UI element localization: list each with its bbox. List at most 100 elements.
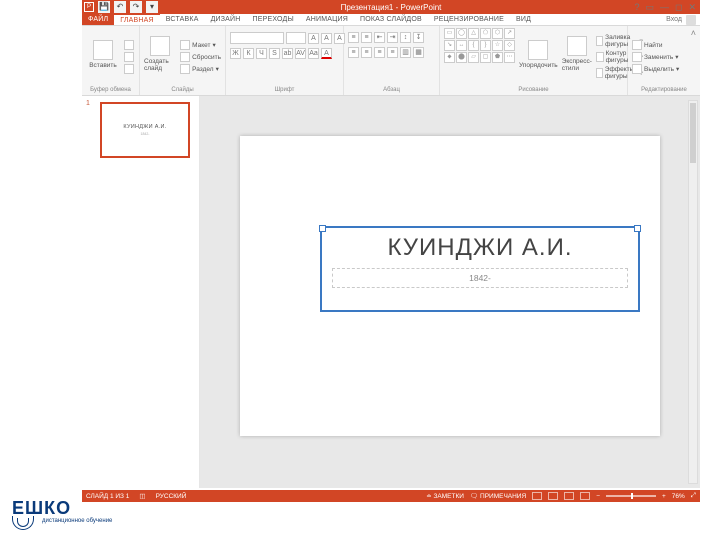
group-label: Слайды [144, 86, 221, 95]
vertical-scrollbar[interactable] [688, 100, 698, 484]
reading-view-button[interactable] [564, 492, 574, 500]
tab-design[interactable]: ДИЗАЙН [205, 14, 247, 25]
tab-view[interactable]: ВИД [510, 14, 537, 25]
new-slide-button[interactable]: Создать слайд [144, 28, 176, 80]
quick-access-toolbar: P 💾 ↶ ↷ ▾ [82, 0, 158, 14]
group-paragraph: ≡ ≡ ⇤ ⇥ ↕ ↧ ≡ ≡ ≡ ≡ ▥ ▦ Абзац [344, 26, 440, 95]
comments-button[interactable]: 🗨 ПРИМЕЧАНИЯ [470, 492, 526, 500]
slide-subtitle-text[interactable]: 1842- [469, 273, 491, 283]
spellcheck-icon[interactable]: ◫ [139, 492, 145, 500]
status-language[interactable]: РУССКИЙ [156, 493, 187, 500]
shadow-button[interactable]: ab [282, 48, 293, 59]
status-slide-count[interactable]: СЛАЙД 1 ИЗ 1 [86, 493, 129, 500]
tab-transitions[interactable]: ПЕРЕХОДЫ [247, 14, 300, 25]
zoom-in-button[interactable]: + [662, 493, 666, 500]
line-spacing-button[interactable]: ↕ [400, 32, 411, 43]
strike-button[interactable]: S [269, 48, 280, 59]
scrollbar-thumb[interactable] [690, 103, 696, 163]
shape-gallery[interactable]: ▭◯△⬠⬡↗ ↘↔{}☆◇ ⬥⬤▱▢⬟⋯ [444, 28, 515, 86]
effects-icon [596, 68, 603, 78]
paste-button[interactable]: Вставить [86, 28, 120, 80]
slide-thumbnails-pane[interactable]: КУИНДЖИ А.И. 1842- [82, 96, 200, 488]
bullets-button[interactable]: ≡ [348, 32, 359, 43]
tab-insert[interactable]: ВСТАВКА [160, 14, 205, 25]
columns-button[interactable]: ▥ [400, 47, 411, 58]
reset-button[interactable]: Сбросить [180, 52, 221, 62]
tab-review[interactable]: РЕЦЕНЗИРОВАНИЕ [428, 14, 510, 25]
group-label: Шрифт [230, 86, 339, 95]
globe-icon [12, 516, 34, 530]
zoom-slider[interactable] [606, 495, 656, 497]
signin-link[interactable]: Вход [666, 16, 682, 23]
copy-button[interactable] [124, 52, 134, 62]
smartart-button[interactable]: ▦ [413, 47, 424, 58]
bold-button[interactable]: Ж [230, 48, 241, 59]
text-direction-button[interactable]: ↧ [413, 32, 424, 43]
slide-title-text[interactable]: КУИНДЖИ А.И. [322, 228, 638, 262]
quick-styles-button[interactable]: Экспресс-стили [562, 28, 592, 80]
zoom-out-button[interactable]: − [596, 493, 600, 500]
font-color-button[interactable]: A [321, 48, 332, 59]
tab-file[interactable]: ФАЙЛ [82, 14, 114, 25]
watermark-tagline: дистанционное обучение [42, 518, 112, 524]
fill-icon [596, 36, 603, 46]
select-button[interactable]: Выделить ▾ [632, 64, 679, 74]
spacing-button[interactable]: AV [295, 48, 306, 59]
redo-icon[interactable]: ↷ [130, 1, 142, 13]
section-icon [180, 64, 190, 74]
underline-button[interactable]: Ч [256, 48, 267, 59]
cut-button[interactable] [124, 40, 134, 50]
grow-font-button[interactable]: A [308, 33, 319, 44]
replace-button[interactable]: Заменить ▾ [632, 52, 679, 62]
align-right-button[interactable]: ≡ [374, 47, 385, 58]
ribbon-tabs: ФАЙЛ ГЛАВНАЯ ВСТАВКА ДИЗАЙН ПЕРЕХОДЫ АНИ… [82, 14, 700, 26]
thumb-title: КУИНДЖИ А.И. [123, 124, 166, 130]
arrange-button[interactable]: Упорядочить [519, 28, 558, 80]
find-button[interactable]: Найти [632, 40, 679, 50]
case-button[interactable]: Aa [308, 48, 319, 59]
format-painter-button[interactable] [124, 64, 134, 74]
font-name-combo[interactable] [230, 32, 284, 44]
fit-window-button[interactable]: ⤢ [691, 492, 696, 500]
zoom-percent[interactable]: 76% [672, 493, 685, 500]
tab-slideshow[interactable]: ПОКАЗ СЛАЙДОВ [354, 14, 428, 25]
group-label: Буфер обмена [86, 86, 135, 95]
shrink-font-button[interactable]: A [321, 33, 332, 44]
ribbon-options-icon[interactable]: ▭ [645, 2, 654, 13]
slideshow-view-button[interactable] [580, 492, 590, 500]
section-button[interactable]: Раздел ▾ [180, 64, 221, 74]
maximize-icon[interactable]: ◻ [675, 2, 682, 13]
justify-button[interactable]: ≡ [387, 47, 398, 58]
save-icon[interactable]: 💾 [98, 1, 110, 13]
italic-button[interactable]: К [243, 48, 254, 59]
notes-button[interactable]: ≐ ЗАМЕТКИ [426, 492, 464, 500]
thumb-number: 1 [86, 100, 90, 107]
undo-icon[interactable]: ↶ [114, 1, 126, 13]
slide-canvas[interactable]: КУИНДЖИ А.И. 1842- [240, 136, 660, 436]
reset-icon [180, 52, 190, 62]
indent-inc-button[interactable]: ⇥ [387, 32, 398, 43]
close-icon[interactable]: ✕ [688, 2, 696, 13]
numbering-button[interactable]: ≡ [361, 32, 372, 43]
sorter-view-button[interactable] [548, 492, 558, 500]
minimize-icon[interactable]: — [660, 2, 669, 12]
group-slides: Создать слайд Макет ▾ Сбросить Раздел ▾ … [140, 26, 226, 95]
slide-thumbnail-1[interactable]: КУИНДЖИ А.И. 1842- [100, 102, 190, 158]
title-placeholder[interactable]: КУИНДЖИ А.И. 1842- [320, 226, 640, 312]
align-left-button[interactable]: ≡ [348, 47, 359, 58]
indent-dec-button[interactable]: ⇤ [374, 32, 385, 43]
slide-editor[interactable]: КУИНДЖИ А.И. 1842- [200, 96, 700, 488]
subtitle-placeholder[interactable]: 1842- [332, 268, 628, 288]
tab-animations[interactable]: АНИМАЦИЯ [300, 14, 354, 25]
copy-icon [124, 52, 134, 62]
qat-more-icon[interactable]: ▾ [146, 1, 158, 13]
title-bar: Презентация1 - PowerPoint [82, 0, 700, 14]
font-size-combo[interactable] [286, 32, 306, 44]
tab-home[interactable]: ГЛАВНАЯ [114, 14, 160, 25]
layout-button[interactable]: Макет ▾ [180, 40, 221, 50]
align-center-button[interactable]: ≡ [361, 47, 372, 58]
avatar-icon[interactable] [686, 15, 696, 25]
ribbon: ˄ Вставить Буфер обмена Создать слайд Ма… [82, 26, 700, 96]
normal-view-button[interactable] [532, 492, 542, 500]
help-icon[interactable]: ? [634, 2, 639, 12]
